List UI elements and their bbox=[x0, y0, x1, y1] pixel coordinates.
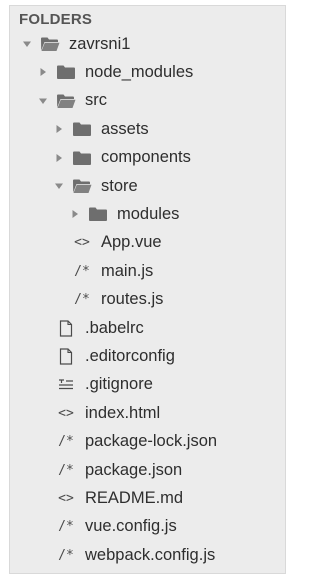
tree-item-label: package-lock.json bbox=[85, 432, 218, 451]
comment-file-icon: /* bbox=[58, 519, 74, 535]
text-lines-icon bbox=[55, 375, 77, 395]
folder-open-icon bbox=[55, 91, 77, 111]
tree-item-label: components bbox=[101, 148, 191, 167]
arrow-spacer bbox=[36, 545, 50, 565]
folder-icon bbox=[71, 148, 93, 168]
file-item-babelrc[interactable]: .babelrc bbox=[10, 314, 285, 342]
comment-file-icon: /* bbox=[58, 547, 74, 563]
disclosure-collapsed-icon[interactable] bbox=[68, 204, 82, 224]
folder-item-node-modules[interactable]: node_modules bbox=[10, 58, 285, 86]
disclosure-collapsed-icon[interactable] bbox=[36, 62, 50, 82]
arrow-spacer bbox=[36, 460, 50, 480]
arrow-spacer bbox=[36, 488, 50, 508]
file-item-editorconfig[interactable]: .editorconfig bbox=[10, 342, 285, 370]
document-file-icon bbox=[55, 346, 77, 366]
tree-item-label: vue.config.js bbox=[85, 517, 177, 536]
code-file-icon: <> bbox=[58, 490, 74, 506]
tree-item-label: src bbox=[85, 91, 107, 110]
file-item-gitignore[interactable]: .gitignore bbox=[10, 371, 285, 399]
arrow-spacer bbox=[36, 432, 50, 452]
tree-item-label: package.json bbox=[85, 460, 183, 479]
disclosure-expanded-icon[interactable] bbox=[20, 34, 34, 54]
comment-file-icon: /* bbox=[74, 292, 90, 308]
tree-item-label: main.js bbox=[101, 261, 154, 280]
file-item-package-json[interactable]: /* package.json bbox=[10, 456, 285, 484]
arrow-spacer bbox=[52, 233, 66, 253]
tree-item-label: modules bbox=[117, 204, 180, 223]
disclosure-collapsed-icon[interactable] bbox=[52, 148, 66, 168]
folder-icon bbox=[55, 62, 77, 82]
file-item-index-html[interactable]: <> index.html bbox=[10, 399, 285, 427]
tree-item-label: routes.js bbox=[101, 290, 164, 309]
tree-item-label: zavrsni1 bbox=[69, 34, 131, 53]
tree-item-label: index.html bbox=[85, 403, 161, 422]
comment-file-icon: /* bbox=[58, 434, 74, 450]
arrow-spacer bbox=[36, 403, 50, 423]
folder-item-src[interactable]: src bbox=[10, 87, 285, 115]
tree-item-label: .gitignore bbox=[85, 375, 153, 394]
folder-item-zavrsni1[interactable]: zavrsni1 bbox=[10, 30, 285, 58]
folder-item-components[interactable]: components bbox=[10, 144, 285, 172]
file-item-routes-js[interactable]: /* routes.js bbox=[10, 286, 285, 314]
folder-open-icon bbox=[71, 176, 93, 196]
tree-item-label: webpack.config.js bbox=[85, 545, 216, 564]
folder-icon bbox=[87, 204, 109, 224]
tree-item-label: assets bbox=[101, 119, 149, 138]
file-item-app-vue[interactable]: <> App.vue bbox=[10, 229, 285, 257]
tree-item-label: .editorconfig bbox=[85, 346, 175, 365]
tree-item-label: README.md bbox=[85, 488, 184, 507]
comment-file-icon: /* bbox=[74, 263, 90, 279]
tree-item-label: App.vue bbox=[101, 233, 162, 252]
disclosure-expanded-icon[interactable] bbox=[36, 91, 50, 111]
arrow-spacer bbox=[52, 290, 66, 310]
file-item-webpack-config-js[interactable]: /* webpack.config.js bbox=[10, 541, 285, 569]
document-file-icon bbox=[55, 318, 77, 338]
folder-item-store[interactable]: store bbox=[10, 172, 285, 200]
folders-sidebar: FOLDERS zavrsni1 node_modulessrc assets com… bbox=[9, 5, 286, 574]
disclosure-expanded-icon[interactable] bbox=[52, 176, 66, 196]
tree-item-label: node_modules bbox=[85, 62, 194, 81]
arrow-spacer bbox=[36, 346, 50, 366]
folders-header: FOLDERS bbox=[19, 11, 93, 28]
folder-item-assets[interactable]: assets bbox=[10, 115, 285, 143]
code-file-icon: <> bbox=[58, 405, 74, 421]
file-item-main-js[interactable]: /* main.js bbox=[10, 257, 285, 285]
code-file-icon: <> bbox=[74, 235, 90, 251]
file-item-readme-md[interactable]: <> README.md bbox=[10, 484, 285, 512]
arrow-spacer bbox=[36, 375, 50, 395]
folder-open-icon bbox=[39, 34, 61, 54]
arrow-spacer bbox=[52, 261, 66, 281]
folder-icon bbox=[71, 119, 93, 139]
folder-item-modules[interactable]: modules bbox=[10, 200, 285, 228]
comment-file-icon: /* bbox=[58, 462, 74, 478]
disclosure-collapsed-icon[interactable] bbox=[52, 119, 66, 139]
file-item-vue-config-js[interactable]: /* vue.config.js bbox=[10, 513, 285, 541]
arrow-spacer bbox=[36, 318, 50, 338]
tree-item-label: store bbox=[101, 176, 138, 195]
tree-item-label: .babelrc bbox=[85, 318, 144, 337]
arrow-spacer bbox=[36, 517, 50, 537]
file-item-package-lock-json[interactable]: /* package-lock.json bbox=[10, 428, 285, 456]
